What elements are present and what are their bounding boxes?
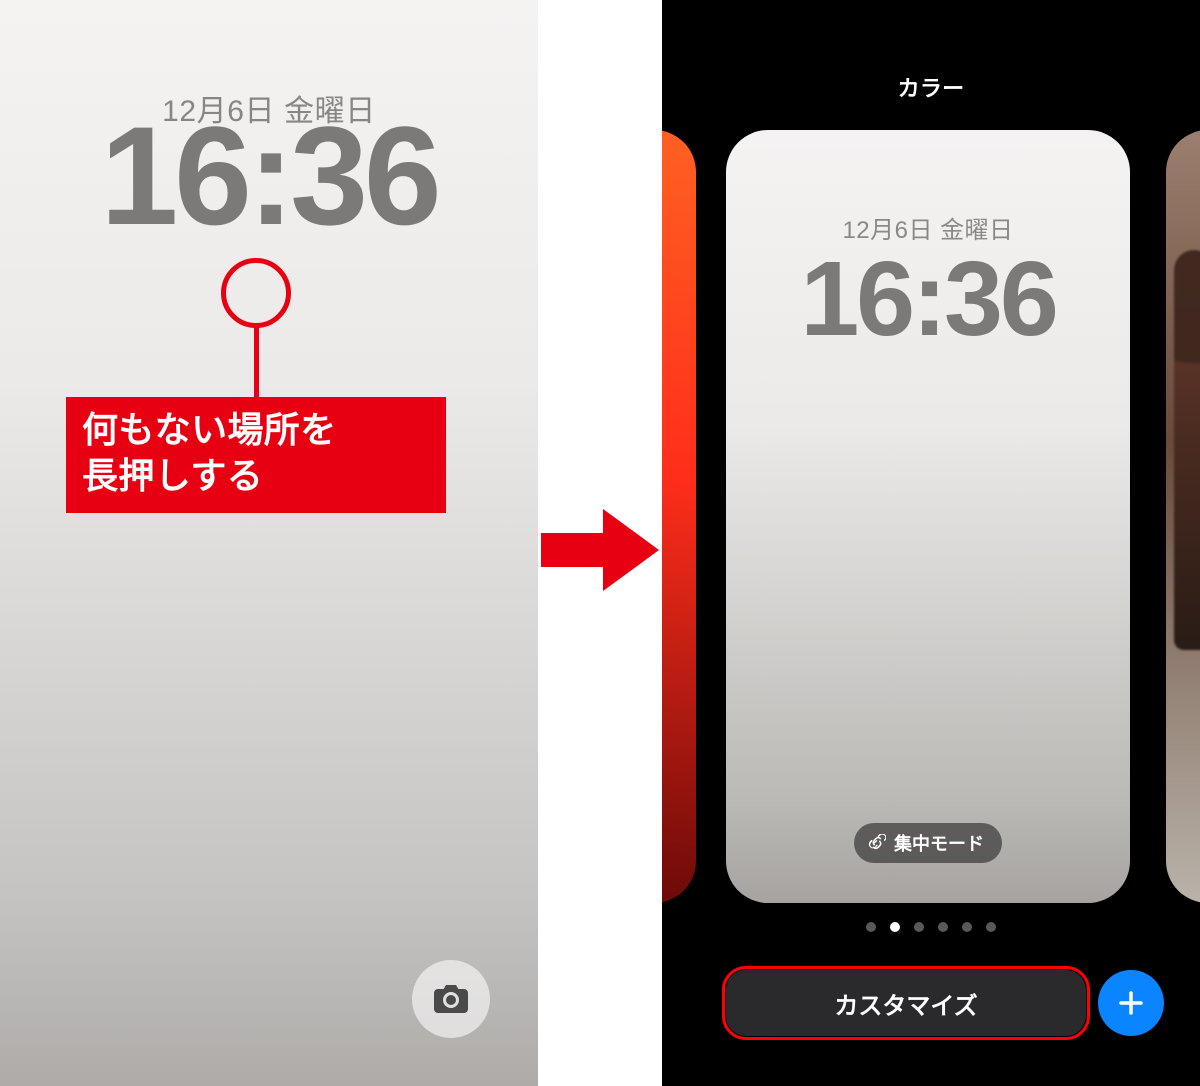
page-indicator[interactable] (662, 922, 1200, 932)
annotation-callout-text: 何もない場所を長押しする (82, 409, 337, 496)
gallery-title: カラー (662, 71, 1200, 103)
page-dot[interactable] (938, 922, 948, 932)
camera-button[interactable] (412, 960, 490, 1038)
preview-time: 16:36 (800, 239, 1055, 360)
page-dot[interactable] (914, 922, 924, 932)
annotation-connector-line (254, 327, 259, 397)
focus-mode-label: 集中モード (894, 830, 984, 856)
plus-icon (1116, 988, 1146, 1018)
add-wallpaper-button[interactable] (1098, 970, 1164, 1036)
customize-button-label: カスタマイズ (834, 986, 977, 1021)
wallpaper-next-artwork (1174, 250, 1200, 650)
page-dot[interactable] (890, 922, 900, 932)
wallpaper-gallery: カラー 12月6日 金曜日 16:36 集中モード カスタマイズ (662, 0, 1200, 1086)
step-arrow-icon (541, 505, 659, 595)
customize-button[interactable]: カスタマイズ (726, 970, 1086, 1036)
link-icon (868, 834, 886, 852)
annotation-target-circle (221, 258, 291, 328)
wallpaper-card-previous[interactable] (662, 130, 696, 903)
annotation-callout: 何もない場所を長押しする (66, 397, 446, 513)
page-dot[interactable] (962, 922, 972, 932)
page-dot[interactable] (986, 922, 996, 932)
wallpaper-card-next[interactable] (1166, 130, 1200, 903)
page-dot[interactable] (866, 922, 876, 932)
wallpaper-card-current[interactable]: 12月6日 金曜日 16:36 集中モード (726, 130, 1130, 903)
lock-screen-time: 16:36 (0, 95, 538, 257)
focus-mode-button[interactable]: 集中モード (854, 823, 1002, 863)
lock-screen[interactable]: 12月6日 金曜日 16:36 何もない場所を長押しする (0, 0, 538, 1086)
camera-icon (434, 985, 468, 1013)
